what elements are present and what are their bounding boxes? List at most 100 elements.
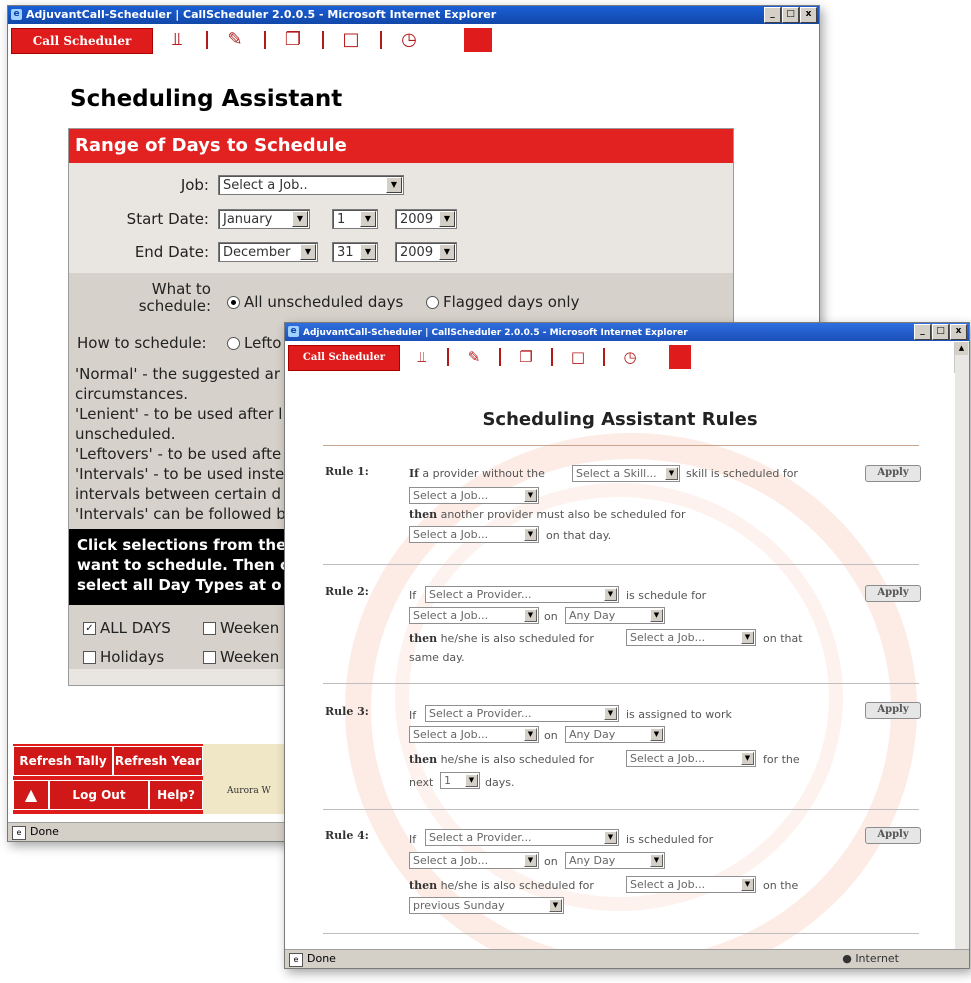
rule-3-provider-select[interactable]: Select a Provider... ▼: [425, 705, 619, 722]
maximize-button[interactable]: □: [932, 324, 949, 340]
rule-2-job-select[interactable]: Select a Job... ▼: [409, 607, 539, 624]
minimize-button[interactable]: _: [914, 324, 931, 340]
weekend-label: Weeken: [220, 648, 280, 666]
chevron-down-icon: ▼: [465, 774, 478, 787]
rule-4-job-select[interactable]: Select a Job... ▼: [409, 852, 539, 869]
ie-icon: e: [11, 9, 22, 20]
rule-3-on: on: [544, 729, 558, 742]
rule-3-apply-button[interactable]: Apply: [865, 702, 921, 719]
desc-line: 'Lenient' - to be used after l: [75, 405, 283, 423]
notepad-pencil-icon[interactable]: ✎: [216, 28, 254, 52]
help-button[interactable]: Help?: [149, 780, 203, 810]
rule-1-job-select[interactable]: Select a Job... ▼: [409, 487, 539, 504]
select-value: Select a Job...: [630, 752, 706, 765]
rule-1-skill-select[interactable]: Select a Skill... ▼: [572, 465, 680, 482]
rule-2-provider-select[interactable]: Select a Provider... ▼: [425, 586, 619, 603]
window-title-bar[interactable]: e AdjuvantCall-Scheduler | CallScheduler…: [8, 6, 819, 24]
status-text: Done: [307, 952, 336, 965]
start-month-select[interactable]: January ▼: [218, 209, 310, 229]
toolbar-divider: [551, 348, 553, 366]
day-type-weekend-1[interactable]: Weeken: [203, 619, 279, 637]
close-button[interactable]: x: [800, 7, 817, 23]
select-value: Select a Provider...: [429, 588, 532, 601]
edit-box-icon[interactable]: □: [559, 345, 597, 369]
maximize-button[interactable]: □: [782, 7, 799, 23]
checkbox[interactable]: [83, 651, 96, 664]
rule-3-if: If: [409, 709, 417, 722]
start-year-select[interactable]: 2009 ▼: [395, 209, 457, 229]
day-type-holidays[interactable]: Holidays: [83, 648, 164, 666]
what-to-schedule-label: What to schedule:: [129, 281, 211, 315]
rule-3-job-select[interactable]: Select a Job... ▼: [409, 726, 539, 743]
vertical-scrollbar[interactable]: ▲: [954, 342, 969, 949]
chevron-down-icon: ▼: [524, 728, 537, 741]
fork-knife-icon[interactable]: ⫫: [158, 28, 196, 52]
radio-button[interactable]: [227, 337, 240, 350]
toolbar-divider: [447, 348, 449, 366]
call-scheduler-logo-button[interactable]: Call Scheduler: [11, 28, 153, 54]
checkbox[interactable]: [203, 622, 216, 635]
start-year-value: 2009: [400, 212, 434, 227]
select-value: Select a Job...: [413, 609, 489, 622]
rule-4-sunday-select[interactable]: previous Sunday ▼: [409, 897, 564, 914]
edit-box-icon[interactable]: □: [332, 28, 370, 52]
refresh-tally-button[interactable]: Refresh Tally: [13, 746, 113, 776]
call-scheduler-logo-button[interactable]: Call Scheduler: [288, 345, 400, 371]
radio-all-unscheduled[interactable]: All unscheduled days: [227, 293, 403, 311]
desc-line: circumstances.: [75, 385, 189, 403]
checkbox-checked[interactable]: ✓: [83, 622, 96, 635]
close-button[interactable]: x: [950, 324, 967, 340]
if-keyword: If: [409, 467, 419, 480]
checkbox[interactable]: [203, 651, 216, 664]
rule-3-days-select[interactable]: 1 ▼: [440, 772, 480, 789]
minimize-button[interactable]: _: [764, 7, 781, 23]
start-day-select[interactable]: 1 ▼: [332, 209, 378, 229]
select-value: previous Sunday: [413, 899, 505, 912]
rule-4-day-select[interactable]: Any Day ▼: [565, 852, 665, 869]
internet-zone: ● Internet: [842, 952, 899, 965]
refresh-year-button[interactable]: Refresh Year: [113, 746, 203, 776]
end-day-select[interactable]: 31 ▼: [332, 242, 378, 262]
clock-icon[interactable]: ◷: [390, 28, 428, 52]
rule-2-job-select-2[interactable]: Select a Job... ▼: [626, 629, 756, 646]
radio-button[interactable]: [426, 296, 439, 309]
rule-4-apply-button[interactable]: Apply: [865, 827, 921, 844]
radio-leftovers[interactable]: Lefto: [227, 334, 281, 352]
then-keyword: then: [409, 879, 438, 892]
radio-flagged-only[interactable]: Flagged days only: [426, 293, 579, 311]
copy-icon[interactable]: ❐: [274, 28, 312, 52]
rule-2-apply-button[interactable]: Apply: [865, 585, 921, 602]
copy-icon[interactable]: ❐: [507, 345, 545, 369]
rule-4-provider-select[interactable]: Select a Provider... ▼: [425, 829, 619, 846]
rule-1-apply-button[interactable]: Apply: [865, 465, 921, 482]
desc-line: 'Leftovers' - to be used afte: [75, 445, 282, 463]
toolbar-divider: [264, 31, 266, 49]
chevron-down-icon: ▼: [604, 588, 617, 601]
background-swirl: [395, 483, 843, 911]
rule-3-job-select-2[interactable]: Select a Job... ▼: [626, 750, 756, 767]
job-select[interactable]: Select a Job.. ▼: [218, 175, 404, 195]
fork-knife-icon[interactable]: ⫫: [403, 345, 441, 369]
chevron-down-icon: ▼: [604, 831, 617, 844]
rule-1-job-select-2[interactable]: Select a Job... ▼: [409, 526, 539, 543]
window-title-bar[interactable]: e AdjuvantCall-Scheduler | CallScheduler…: [285, 323, 969, 341]
day-type-all-days[interactable]: ✓ ALL DAYS: [83, 619, 171, 637]
radio-button-checked[interactable]: [227, 296, 240, 309]
rule-4-job-select-2[interactable]: Select a Job... ▼: [626, 876, 756, 893]
end-month-select[interactable]: December ▼: [218, 242, 318, 262]
footer-text: Aurora W: [227, 786, 271, 796]
rule-2-day-select[interactable]: Any Day ▼: [565, 607, 665, 624]
chevron-down-icon: ▼: [360, 244, 376, 260]
chevron-down-icon: ▼: [360, 211, 376, 227]
heading-divider: [323, 445, 919, 446]
end-year-select[interactable]: 2009 ▼: [395, 242, 457, 262]
day-type-weekend-2[interactable]: Weeken: [203, 648, 279, 666]
clock-icon[interactable]: ◷: [611, 345, 649, 369]
rule-divider: [323, 809, 919, 810]
log-out-button[interactable]: Log Out: [49, 780, 149, 810]
rule-3-day-select[interactable]: Any Day ▼: [565, 726, 665, 743]
scroll-up-arrow-icon[interactable]: ▲: [955, 342, 968, 355]
status-bar: e Done ● Internet: [285, 949, 969, 968]
warning-triangle-icon[interactable]: ▲: [13, 780, 49, 810]
notepad-pencil-icon[interactable]: ✎: [455, 345, 493, 369]
